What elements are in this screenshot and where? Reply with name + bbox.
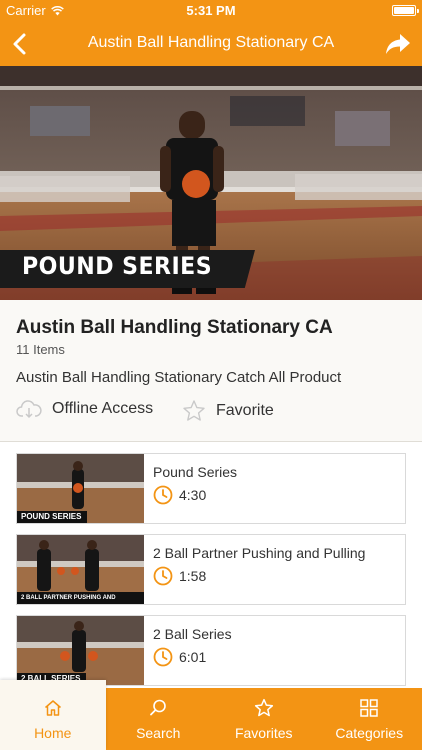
share-arrow-icon — [386, 34, 410, 54]
hero-banner-text: POUND SERIES — [22, 252, 213, 280]
video-list: POUND SERIES Pound Series 4:30 2 BALL PA… — [0, 443, 422, 690]
clock-icon — [153, 566, 173, 586]
tab-categories[interactable]: Categories — [317, 688, 422, 750]
video-thumbnail: POUND SERIES — [17, 454, 144, 523]
page-title: Austin Ball Handling Stationary CA — [87, 34, 335, 51]
video-thumbnail: 2 BALL SERIES — [17, 616, 144, 685]
video-list-item[interactable]: POUND SERIES Pound Series 4:30 — [16, 453, 406, 524]
video-duration: 6:01 — [153, 647, 206, 667]
top-bar: Carrier 5:31 PM Austin Ball Handling Sta… — [0, 0, 422, 66]
video-duration-text: 6:01 — [179, 649, 207, 665]
video-title: Pound Series — [153, 464, 238, 480]
video-thumbnail-label: 2 BALL PARTNER PUSHING AND PULLING — [17, 592, 144, 604]
tab-bar: Home Search Favorites Categories — [0, 680, 422, 750]
battery-icon — [392, 5, 419, 16]
collection-info: Austin Ball Handling Stationary CA 11 It… — [0, 300, 422, 442]
collection-title: Austin Ball Handling Stationary CA — [16, 317, 333, 338]
video-thumbnail: 2 BALL PARTNER PUSHING AND PULLING — [17, 535, 144, 604]
star-icon — [254, 698, 273, 717]
share-button[interactable] — [384, 31, 412, 57]
cloud-download-icon — [16, 400, 42, 419]
star-outline-icon — [183, 400, 205, 421]
nav-bar: Austin Ball Handling Stationary CA — [0, 22, 422, 66]
tab-home[interactable]: Home — [0, 680, 106, 750]
collection-item-count: 11 Items — [16, 342, 65, 357]
video-duration-text: 4:30 — [179, 487, 207, 503]
favorite-label: Favorite — [216, 402, 274, 419]
video-list-item[interactable]: 2 BALL PARTNER PUSHING AND PULLING 2 Bal… — [16, 534, 406, 605]
chevron-left-icon — [13, 33, 26, 55]
clock: 5:31 PM — [186, 3, 236, 18]
tab-favorites-label: Favorites — [234, 725, 293, 741]
hero-video-thumbnail[interactable]: POUND SERIES — [0, 66, 422, 300]
video-list-item[interactable]: 2 BALL SERIES 2 Ball Series 6:01 — [16, 615, 406, 686]
collection-description: Austin Ball Handling Stationary Catch Al… — [16, 369, 342, 386]
tab-search-label: Search — [136, 725, 181, 741]
video-duration: 4:30 — [153, 485, 206, 505]
video-title: 2 Ball Series — [153, 626, 232, 642]
tab-favorites[interactable]: Favorites — [211, 688, 317, 750]
clock-icon — [153, 647, 173, 667]
tab-home-label: Home — [34, 725, 72, 741]
video-title: 2 Ball Partner Pushing and Pulling — [153, 545, 366, 561]
video-duration-text: 1:58 — [179, 568, 207, 584]
video-thumbnail-label: POUND SERIES — [17, 511, 88, 523]
grid-icon — [360, 699, 378, 717]
home-icon — [44, 700, 61, 716]
favorite-button[interactable]: Favorite — [182, 399, 274, 423]
tab-categories-label: Categories — [335, 725, 404, 741]
search-icon — [150, 699, 167, 716]
back-button[interactable] — [8, 31, 34, 57]
status-bar: Carrier 5:31 PM — [0, 0, 422, 22]
offline-access-label: Offline Access — [52, 400, 154, 417]
video-duration: 1:58 — [153, 566, 206, 586]
clock-icon — [153, 485, 173, 505]
tab-search[interactable]: Search — [106, 688, 212, 750]
offline-access-button[interactable]: Offline Access — [16, 399, 153, 419]
